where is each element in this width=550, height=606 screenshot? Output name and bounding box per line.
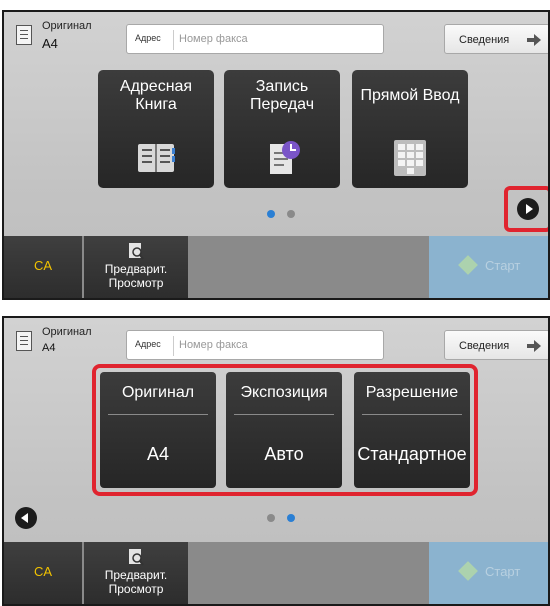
highlight-settings bbox=[92, 364, 478, 496]
details-label: Сведения bbox=[459, 34, 510, 46]
start-label: Старт bbox=[485, 564, 521, 579]
bottom-bar: CA Предварит. Просмотр Старт bbox=[4, 236, 548, 298]
original-document-icon bbox=[16, 25, 32, 45]
original-document-icon bbox=[16, 331, 32, 351]
arrow-right-icon bbox=[527, 34, 541, 46]
page-dot bbox=[267, 514, 275, 522]
address-book-icon bbox=[138, 144, 175, 172]
start-label: Старт bbox=[485, 258, 521, 273]
fax-number-placeholder: Номер факса bbox=[179, 33, 248, 45]
page-indicator bbox=[267, 514, 297, 524]
preview-label: Предварит. Просмотр bbox=[104, 262, 168, 290]
top-bar: Оригинал A4 Адрес Номер факса Сведения bbox=[4, 12, 548, 66]
page-indicator bbox=[267, 210, 297, 220]
fax-number-input[interactable]: Адрес Номер факса bbox=[126, 330, 384, 360]
fax-number-input[interactable]: Адрес Номер факса bbox=[126, 24, 384, 54]
address-divider bbox=[173, 336, 174, 356]
bottom-bar: CA Предварит. Просмотр Старт bbox=[4, 542, 548, 604]
details-label: Сведения bbox=[459, 340, 510, 352]
keypad-icon bbox=[394, 140, 426, 176]
start-button[interactable]: Старт bbox=[429, 542, 548, 604]
preview-label: Предварит. Просмотр bbox=[104, 568, 168, 596]
address-book-button[interactable]: Адресная Книга bbox=[98, 70, 214, 188]
address-divider bbox=[173, 30, 174, 50]
page-dot-active bbox=[287, 514, 295, 522]
start-icon bbox=[458, 255, 478, 275]
start-button[interactable]: Старт bbox=[429, 236, 548, 298]
transmission-log-button[interactable]: Запись Передач bbox=[224, 70, 340, 188]
original-label: Оригинал bbox=[42, 326, 92, 338]
fax-screen-page-1: Оригинал A4 Адрес Номер факса Сведения А… bbox=[2, 10, 550, 300]
page-dot-active bbox=[267, 210, 275, 218]
address-label: Адрес bbox=[135, 339, 161, 349]
fax-number-placeholder: Номер факса bbox=[179, 339, 248, 351]
ca-label: CA bbox=[33, 258, 53, 273]
preview-button[interactable]: Предварит. Просмотр bbox=[84, 542, 188, 604]
transmission-log-label: Запись Передач bbox=[249, 78, 315, 113]
original-value: A4 bbox=[42, 342, 56, 354]
preview-magnifier-icon bbox=[129, 243, 144, 260]
direct-entry-button[interactable]: Прямой Ввод bbox=[352, 70, 468, 188]
details-button[interactable]: Сведения bbox=[444, 24, 548, 54]
preview-button[interactable]: Предварит. Просмотр bbox=[84, 236, 188, 298]
preview-magnifier-icon bbox=[129, 549, 144, 566]
original-value: A4 bbox=[42, 36, 58, 51]
ca-label: CA bbox=[33, 564, 53, 579]
arrow-right-icon bbox=[527, 340, 541, 352]
transmission-log-icon bbox=[270, 141, 300, 174]
details-button[interactable]: Сведения bbox=[444, 330, 548, 360]
address-label: Адрес bbox=[135, 33, 161, 43]
ca-button[interactable]: CA bbox=[4, 542, 82, 604]
original-label: Оригинал bbox=[42, 20, 92, 32]
direct-entry-label: Прямой Ввод bbox=[360, 87, 460, 104]
fax-screen-page-2: Оригинал A4 Адрес Номер факса Сведения О… bbox=[2, 316, 550, 606]
start-icon bbox=[458, 561, 478, 581]
previous-page-arrow-icon[interactable] bbox=[15, 507, 37, 529]
page-dot bbox=[287, 210, 295, 218]
highlight-next-page bbox=[504, 186, 548, 232]
ca-button[interactable]: CA bbox=[4, 236, 82, 298]
address-book-label: Адресная Книга bbox=[119, 78, 193, 113]
